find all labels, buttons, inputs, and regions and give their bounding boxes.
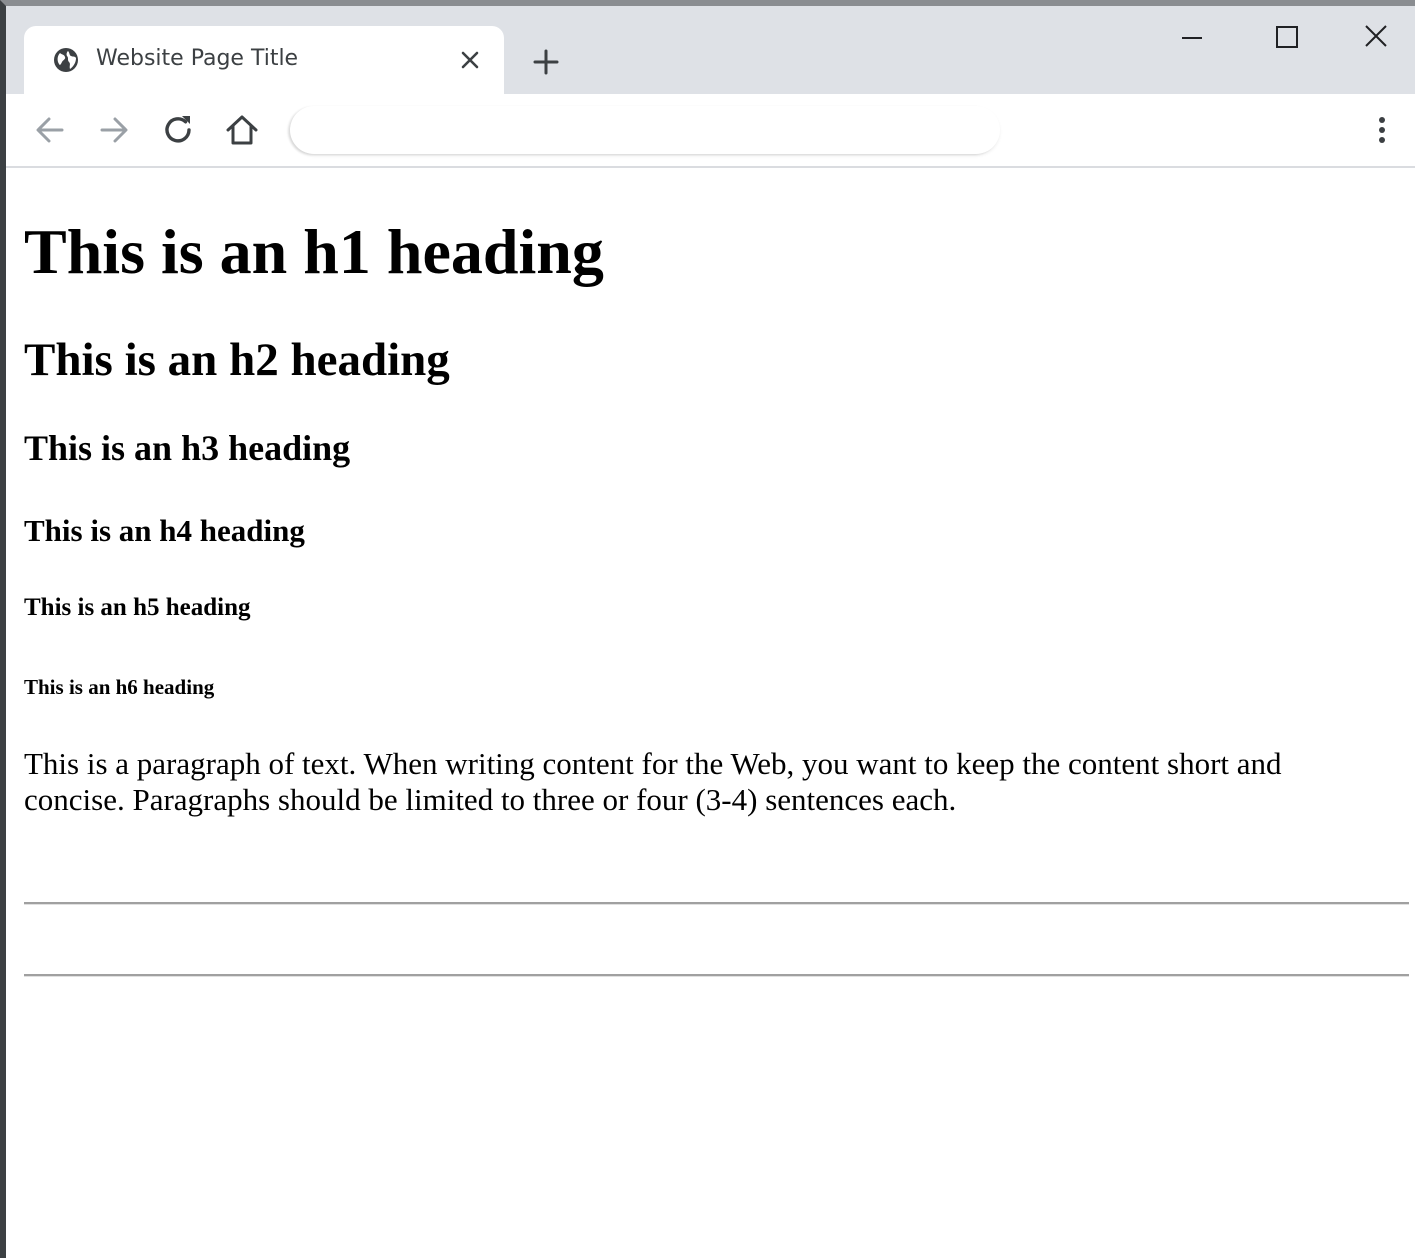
- heading-h2: This is an h2 heading: [24, 334, 450, 386]
- window-close-icon[interactable]: [1356, 20, 1396, 56]
- reload-icon[interactable]: [158, 110, 198, 150]
- address-bar-input[interactable]: [290, 106, 1000, 154]
- arrow-right-icon[interactable]: [94, 110, 134, 150]
- heading-h1: This is an h1 heading: [24, 216, 604, 287]
- maximize-icon[interactable]: [1266, 20, 1306, 56]
- home-icon[interactable]: [222, 110, 262, 150]
- close-icon[interactable]: [456, 46, 484, 74]
- minimize-icon[interactable]: [1172, 20, 1212, 56]
- browser-toolbar: [6, 94, 1415, 168]
- horizontal-rule: [24, 902, 1409, 905]
- tab-title: Website Page Title: [96, 46, 299, 71]
- heading-h4: This is an h4 heading: [24, 513, 305, 548]
- heading-h5: This is an h5 heading: [24, 594, 251, 621]
- browser-window: Website Page Title This is an h1 heading…: [0, 0, 1415, 1258]
- tab-website-page[interactable]: Website Page Title: [24, 26, 504, 94]
- plus-icon[interactable]: [528, 44, 564, 80]
- heading-h6: This is an h6 heading: [24, 675, 215, 699]
- kebab-menu-icon[interactable]: [1366, 110, 1398, 150]
- heading-h3: This is an h3 heading: [24, 428, 351, 468]
- arrow-left-icon[interactable]: [30, 110, 70, 150]
- tab-strip: Website Page Title: [6, 6, 1415, 94]
- paragraph: This is a paragraph of text. When writin…: [24, 746, 1282, 817]
- globe-icon: [52, 46, 80, 74]
- horizontal-rule: [24, 974, 1409, 977]
